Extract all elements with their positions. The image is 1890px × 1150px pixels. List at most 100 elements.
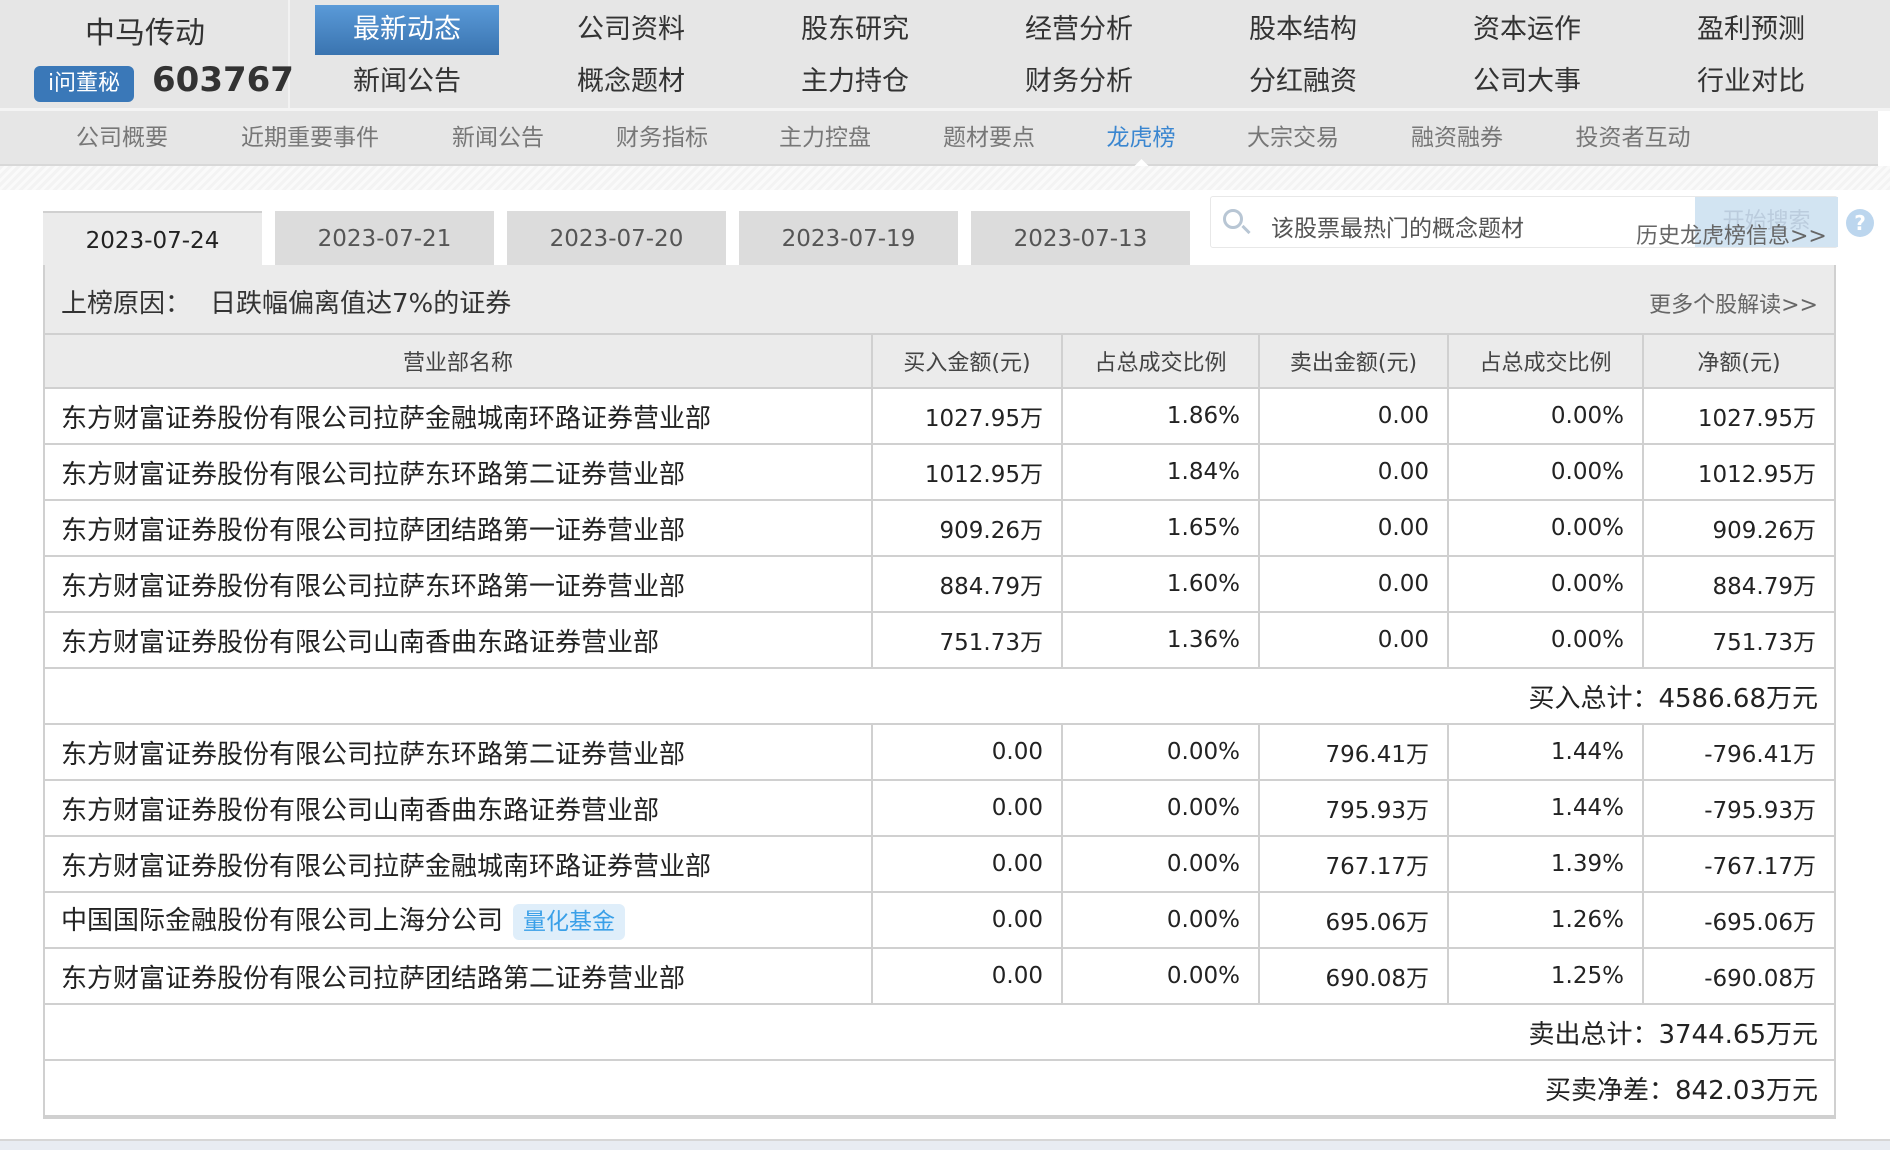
- date-tab[interactable]: 2023-07-24: [43, 211, 262, 265]
- value-text: 909.26万: [939, 518, 1043, 544]
- date-tab[interactable]: 2023-07-19: [739, 211, 958, 265]
- cell-value: -796.41万: [1643, 723, 1834, 781]
- value-text: 1.44%: [1550, 739, 1624, 765]
- subnav-item[interactable]: 大宗交易: [1247, 111, 1339, 166]
- value-text: 751.73万: [1712, 630, 1816, 656]
- nav-item[interactable]: 行业对比: [1659, 57, 1843, 107]
- nav-item[interactable]: 股本结构: [1211, 5, 1395, 55]
- table-row: 东方财富证券股份有限公司拉萨金融城南环路证券营业部 0.00 0.00% 767.17…: [45, 835, 1834, 893]
- sub-nav: 公司概要 近期重要事件 新闻公告 财务指标 主力控盘 题材要点 龙虎榜 大宗交易 融资融券 投资者…: [0, 111, 1878, 166]
- value-text: 0.00%: [1550, 627, 1624, 653]
- value-text: 0.00: [991, 739, 1043, 765]
- total-row: 买入总计：4586.68万元: [45, 667, 1834, 725]
- table-row: 东方财富证券股份有限公司山南香曲东路证券营业部 0.00 0.00% 795.93万 1…: [45, 779, 1834, 837]
- cell-value: 884.79万: [1643, 555, 1834, 613]
- branch-name-text: 东方财富证券股份有限公司拉萨团结路第二证券营业部: [61, 963, 686, 994]
- nav-item[interactable]: 盈利预测: [1659, 5, 1843, 55]
- column-header: 占总成交比例: [1062, 333, 1260, 389]
- value-text: 0.00%: [1166, 795, 1240, 821]
- cell-value: 0.00%: [1448, 555, 1644, 613]
- value-text: 0.00: [991, 907, 1043, 933]
- branch-name: 东方财富证券股份有限公司山南香曲东路证券营业部: [45, 779, 873, 837]
- date-tab[interactable]: 2023-07-20: [507, 211, 726, 265]
- branch-name: 中国国际金融股份有限公司上海分公司 量化基金: [45, 891, 873, 949]
- date-tab[interactable]: 2023-07-21: [275, 211, 494, 265]
- nav-item[interactable]: 公司资料: [539, 5, 723, 55]
- subnav-item[interactable]: 龙虎榜: [1107, 111, 1176, 166]
- nav-item[interactable]: 资本运作: [1435, 5, 1619, 55]
- cell-value: 909.26万: [1643, 499, 1834, 557]
- value-text: 1.26%: [1550, 907, 1624, 933]
- value-text: 1.39%: [1550, 851, 1624, 877]
- branch-name: 东方财富证券股份有限公司拉萨东环路第二证券营业部: [45, 443, 873, 501]
- table-row: 东方财富证券股份有限公司拉萨团结路第一证券营业部 909.26万 1.65% 0.00…: [45, 499, 1834, 557]
- branch-name-text: 东方财富证券股份有限公司拉萨金融城南环路证券营业部: [61, 403, 712, 434]
- value-text: 1.44%: [1550, 795, 1624, 821]
- subnav-item[interactable]: 主力控盘: [779, 111, 871, 166]
- cell-value: 0.00: [872, 835, 1063, 893]
- cell-value: 1.36%: [1062, 611, 1260, 669]
- cell-value: 0.00: [1259, 611, 1449, 669]
- cell-value: 0.00%: [1062, 779, 1260, 837]
- cell-value: 0.00%: [1062, 891, 1260, 949]
- value-text: 1.65%: [1166, 515, 1240, 541]
- value-text: 796.41万: [1325, 742, 1429, 768]
- subnav-item[interactable]: 投资者互动: [1576, 111, 1691, 166]
- value-text: 0.00: [991, 851, 1043, 877]
- nav-item[interactable]: 主力持仓: [763, 57, 947, 107]
- more-analysis-link[interactable]: 更多个股解读>>: [1649, 287, 1818, 319]
- value-text: 0.00: [1377, 459, 1429, 485]
- nav-item[interactable]: 概念题材: [539, 57, 723, 107]
- value-text: 1.86%: [1166, 403, 1240, 429]
- subnav-item[interactable]: 近期重要事件: [241, 111, 379, 166]
- ask-secretary-button[interactable]: i问董秘: [34, 66, 134, 102]
- cell-value: 0.00: [1259, 443, 1449, 501]
- value-text: -690.08万: [1704, 966, 1816, 992]
- company-name: 中马传动: [85, 16, 205, 51]
- value-text: 795.93万: [1325, 798, 1429, 824]
- table-row: 东方财富证券股份有限公司拉萨东环路第一证券营业部 884.79万 1.60% 0.00…: [45, 555, 1834, 613]
- help-icon[interactable]: ?: [1846, 209, 1874, 237]
- nav-item[interactable]: 公司大事: [1435, 57, 1619, 107]
- nav-item[interactable]: 最新动态: [315, 5, 499, 55]
- value-text: 0.00%: [1166, 851, 1240, 877]
- subnav-item[interactable]: 财务指标: [616, 111, 708, 166]
- history-link[interactable]: 历史龙虎榜信息>>: [1636, 218, 1827, 250]
- column-header: 净额(元): [1643, 333, 1834, 389]
- date-tab[interactable]: 2023-07-13: [971, 211, 1190, 265]
- cell-value: -690.08万: [1643, 947, 1834, 1005]
- nav-item[interactable]: 股东研究: [763, 5, 947, 55]
- search-input[interactable]: 该股票最热门的概念题材: [1271, 209, 1524, 243]
- table-row: 东方财富证券股份有限公司拉萨金融城南环路证券营业部 1027.95万 1.86% 0.…: [45, 387, 1834, 445]
- cell-value: 909.26万: [872, 499, 1063, 557]
- bottom-bar: [0, 1139, 1890, 1150]
- branch-name-text: 中国国际金融股份有限公司上海分公司: [61, 906, 504, 936]
- nav-item[interactable]: 分红融资: [1211, 57, 1395, 107]
- cell-value: 695.06万: [1259, 891, 1449, 949]
- cell-value: 0.00: [1259, 555, 1449, 613]
- value-text: 695.06万: [1325, 910, 1429, 936]
- cell-value: 1027.95万: [872, 387, 1063, 445]
- value-text: 0.00%: [1550, 403, 1624, 429]
- cell-value: 1.25%: [1448, 947, 1644, 1005]
- cell-value: 0.00%: [1062, 723, 1260, 781]
- subnav-item[interactable]: 融资融券: [1411, 111, 1503, 166]
- total-row: 卖出总计：3744.65万元: [45, 1003, 1834, 1061]
- subnav-item[interactable]: 题材要点: [943, 111, 1035, 166]
- subnav-item[interactable]: 新闻公告: [452, 111, 544, 166]
- subnav-item[interactable]: 公司概要: [76, 111, 168, 166]
- value-text: 1027.95万: [924, 406, 1043, 432]
- cell-value: 0.00%: [1062, 835, 1260, 893]
- value-text: 0.00%: [1550, 515, 1624, 541]
- cell-value: 1012.95万: [1643, 443, 1834, 501]
- nav-item[interactable]: 财务分析: [987, 57, 1171, 107]
- value-text: 767.17万: [1325, 854, 1429, 880]
- reason-bar: 上榜原因： 日跌幅偏离值达7%的证券 更多个股解读>>: [45, 265, 1834, 333]
- cell-value: 0.00%: [1062, 947, 1260, 1005]
- cell-value: 0.00%: [1448, 611, 1644, 669]
- nav-item[interactable]: 新闻公告: [315, 57, 499, 107]
- value-text: 0.00: [1377, 403, 1429, 429]
- cell-value: 0.00: [872, 779, 1063, 837]
- nav-item[interactable]: 经营分析: [987, 5, 1171, 55]
- cell-value: 0.00: [872, 891, 1063, 949]
